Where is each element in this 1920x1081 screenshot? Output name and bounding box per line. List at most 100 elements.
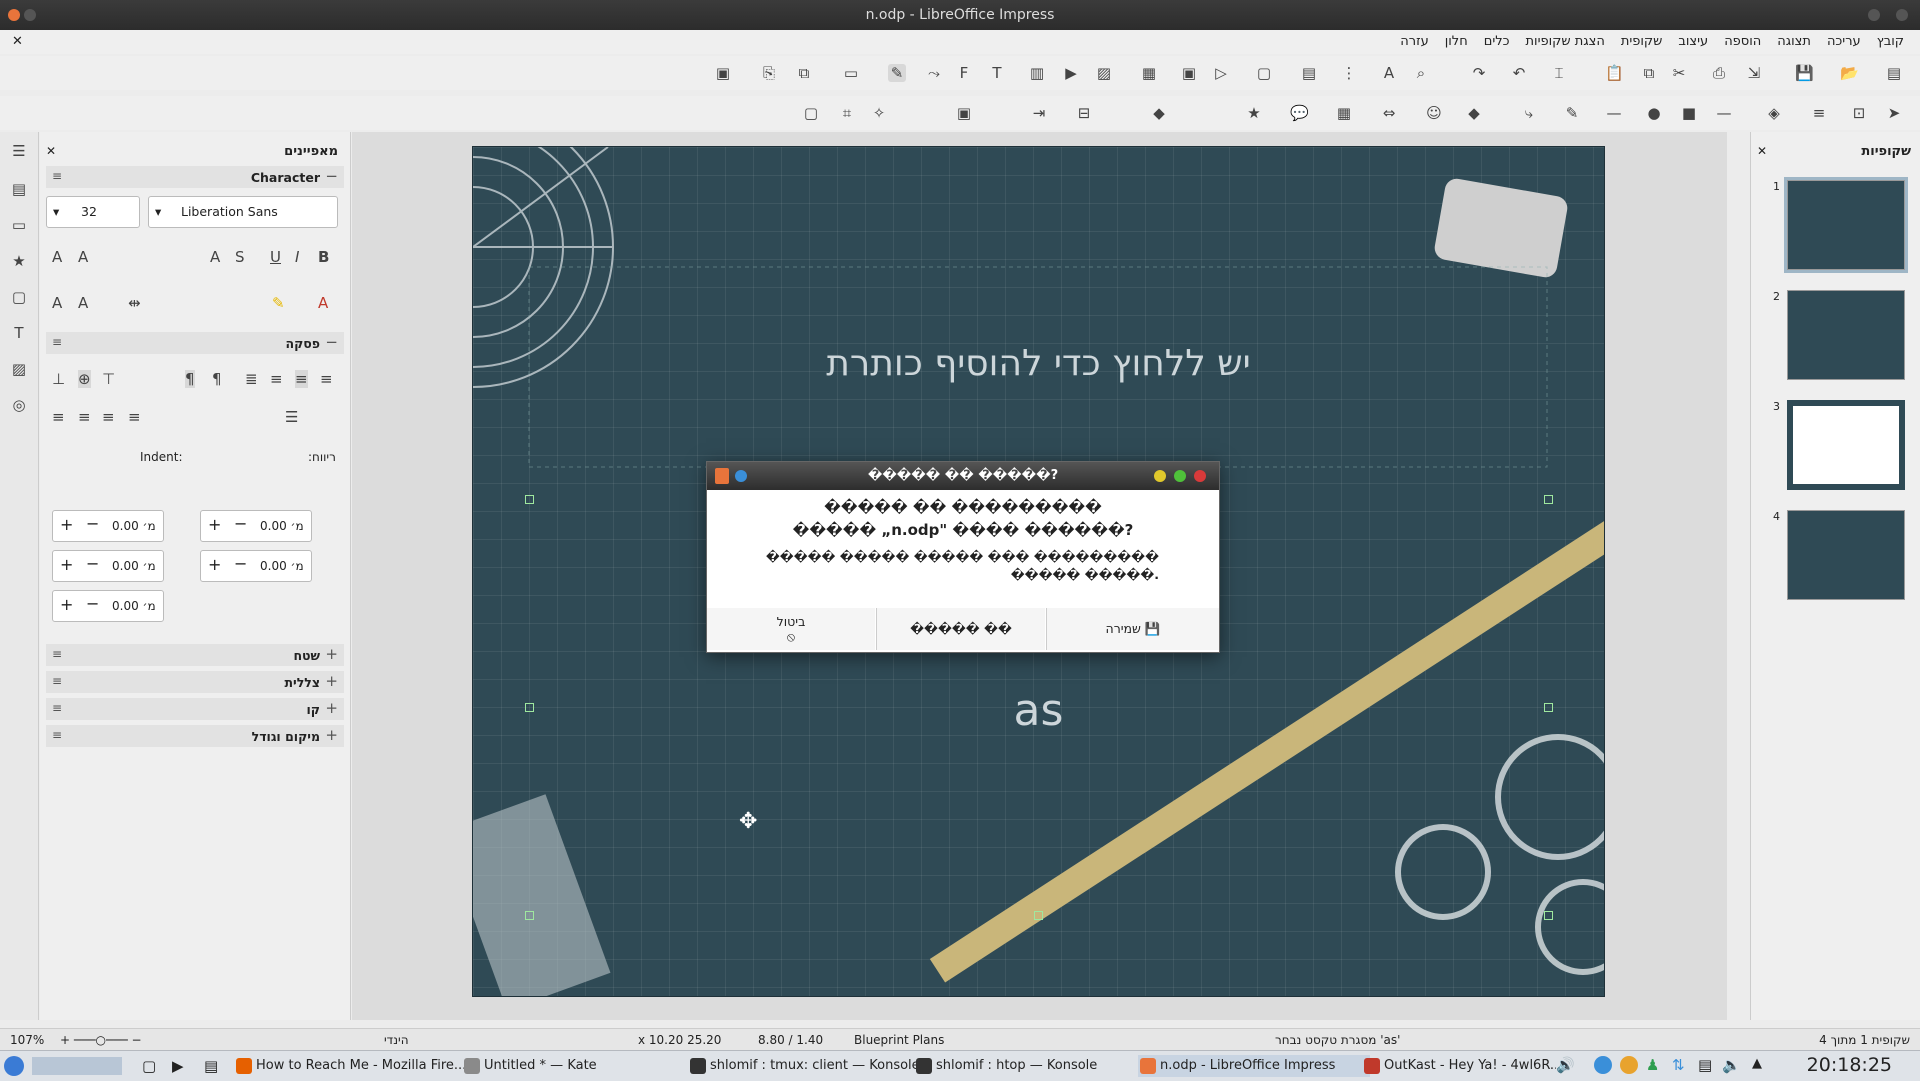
increase-indent-icon[interactable]: ≡	[102, 408, 115, 426]
toggle-extrusion-icon[interactable]: ▣	[955, 104, 973, 122]
position-size-section-header[interactable]: ≡ מיקום וגודל +	[46, 725, 344, 747]
plus-icon[interactable]: +	[60, 595, 73, 614]
close-panel-icon[interactable]: ✕	[46, 144, 56, 158]
menu-edit[interactable]: עריכה	[1819, 34, 1869, 49]
resize-handle[interactable]	[525, 495, 534, 504]
dont-save-button[interactable]: ����� ��	[876, 608, 1045, 650]
character-spacing-icon[interactable]: ⇹	[128, 294, 141, 312]
menu-tools[interactable]: כלים	[1476, 34, 1518, 49]
master-slide-name[interactable]: Blueprint Plans	[854, 1033, 944, 1047]
menu-format[interactable]: עיצוב	[1670, 34, 1716, 49]
speaker-icon[interactable]: 🔊	[1556, 1056, 1575, 1074]
crop-icon[interactable]: ⌗	[838, 104, 856, 122]
fontwork-icon[interactable]: F	[955, 64, 973, 82]
start-menu-icon[interactable]	[4, 1056, 24, 1076]
sidebar-toggle-icon[interactable]: ▣	[714, 64, 732, 82]
align-icon[interactable]: ⊟	[1075, 104, 1093, 122]
draw-function-icon[interactable]: ✎	[888, 64, 906, 82]
tray-network-icon[interactable]: ⇅	[1672, 1056, 1685, 1074]
insert-chart-icon[interactable]: ▥	[1028, 64, 1046, 82]
font-color-icon[interactable]: A	[318, 294, 328, 312]
maximize-icon[interactable]	[1174, 470, 1186, 482]
new-icon[interactable]: ▤	[1885, 64, 1903, 82]
slide-transition-tab-icon[interactable]: ▭	[9, 216, 29, 236]
character-section-header[interactable]: ≡ Character −	[46, 166, 344, 188]
font-name-field[interactable]: ▾ Liberation Sans	[148, 196, 338, 228]
slide-thumbnail-4[interactable]	[1787, 510, 1905, 600]
plus-icon[interactable]: +	[60, 555, 73, 574]
shadow-section-header[interactable]: ≡ צללית +	[46, 671, 344, 693]
underline-icon[interactable]: U	[270, 248, 281, 266]
clone-formatting-icon[interactable]: ⌶	[1550, 64, 1568, 82]
minus-icon[interactable]: −	[234, 554, 247, 573]
connectors-icon[interactable]: ⤷	[1520, 104, 1538, 122]
master-slides-tab-icon[interactable]: ▢	[9, 288, 29, 308]
decrease-indent-icon[interactable]: ≡	[128, 408, 141, 426]
menu-window[interactable]: חלון	[1437, 34, 1476, 49]
maximize-button[interactable]	[1896, 9, 1908, 21]
grow-font-icon[interactable]: A	[78, 248, 88, 266]
task-konsole-htop[interactable]: shlomif : htop — Konsole	[914, 1055, 1146, 1077]
plus-icon[interactable]: +	[60, 515, 73, 534]
insert-media-icon[interactable]: ▶	[1062, 64, 1080, 82]
paste-icon[interactable]: 📋	[1605, 64, 1624, 82]
area-section-header[interactable]: ≡ שטח +	[46, 644, 344, 666]
distribute-icon[interactable]: ⇥	[1030, 104, 1048, 122]
navigator-tab-icon[interactable]: ◎	[9, 396, 29, 416]
clock[interactable]: 20:18:25	[1807, 1054, 1892, 1076]
shrink-font-icon[interactable]: A	[52, 248, 62, 266]
slide-thumbnail-1[interactable]	[1784, 177, 1908, 273]
start-current-slide-icon[interactable]: ▷	[1212, 64, 1230, 82]
superscript-icon[interactable]: A	[78, 294, 88, 312]
bullets-icon[interactable]: ☰	[285, 408, 298, 426]
slide-title-placeholder[interactable]: יש ללחוץ כדי להוסיף כותרת	[473, 343, 1604, 384]
increase-spacing-icon[interactable]: ≡	[52, 408, 65, 426]
export-pdf-icon[interactable]: ⇲	[1745, 64, 1763, 82]
insert-textbox-icon[interactable]: T	[988, 64, 1006, 82]
new-slide-icon[interactable]: ⎘	[760, 64, 778, 82]
strikethrough-icon[interactable]: S	[235, 248, 245, 266]
start-first-slide-icon[interactable]: ▣	[1180, 64, 1198, 82]
font-size-field[interactable]: ▾ 32	[46, 196, 140, 228]
insert-table-icon[interactable]: ▦	[1140, 64, 1158, 82]
plus-icon[interactable]: +	[208, 515, 221, 534]
open-icon[interactable]: 📂	[1840, 64, 1859, 82]
tray-icon-1[interactable]	[1594, 1056, 1612, 1074]
slide-thumbnail-2[interactable]	[1787, 290, 1905, 380]
gallery-tab-icon[interactable]: ▨	[9, 360, 29, 380]
spacing-below-spin[interactable]: + − 0.00 מ׳	[200, 550, 312, 582]
slide-body-text[interactable]: as	[473, 685, 1604, 736]
resize-handle[interactable]	[1034, 911, 1043, 920]
minimize-icon[interactable]	[1154, 470, 1166, 482]
menu-file[interactable]: קובץ	[1869, 34, 1912, 49]
align-center-icon[interactable]: ≡	[295, 370, 308, 388]
paragraph-section-header[interactable]: ≡ פסקה −	[46, 332, 344, 354]
menu-slide[interactable]: שקופית	[1613, 34, 1671, 49]
line-section-header[interactable]: ≡ קו +	[46, 698, 344, 720]
clipboard-icon[interactable]: ▤	[1698, 1056, 1712, 1074]
3d-objects-icon[interactable]: ◆	[1150, 104, 1168, 122]
task-firefox[interactable]: How to Reach Me - Mozilla Fire...	[234, 1055, 476, 1077]
copy-icon[interactable]: ⧉	[1640, 64, 1658, 82]
shadow-icon[interactable]: ▢	[802, 104, 820, 122]
pager-icon[interactable]	[32, 1057, 122, 1075]
align-center-vertical-icon[interactable]: ⊕	[78, 370, 91, 388]
resize-handle[interactable]	[1544, 911, 1553, 920]
fill-color-icon[interactable]: ◈	[1765, 104, 1783, 122]
decrease-spacing-icon[interactable]: ≡	[78, 408, 91, 426]
align-right-icon[interactable]: ≡	[320, 370, 333, 388]
menu-slideshow[interactable]: הצגת שקופיות	[1517, 34, 1612, 49]
save-icon[interactable]: 💾	[1795, 64, 1814, 82]
points-icon[interactable]: ⤳	[925, 64, 943, 82]
first-line-spin[interactable]: + − 0.00 מ׳	[52, 590, 164, 622]
subscript-icon[interactable]: A	[52, 294, 62, 312]
minimize-button[interactable]	[1868, 9, 1880, 21]
task-libreoffice[interactable]: n.odp - LibreOffice Impress	[1138, 1055, 1370, 1077]
fontwork-gallery-icon[interactable]: A	[1380, 64, 1398, 82]
indent-before-spin[interactable]: + − 0.00 מ׳	[52, 510, 164, 542]
tray-icon-2[interactable]	[1620, 1056, 1638, 1074]
align-bottom-icon[interactable]: ⊥	[52, 370, 65, 388]
ellipse-icon[interactable]: ●	[1645, 104, 1663, 122]
tray-expand-icon[interactable]: ▲	[1752, 1056, 1762, 1071]
minus-icon[interactable]: −	[86, 594, 99, 613]
